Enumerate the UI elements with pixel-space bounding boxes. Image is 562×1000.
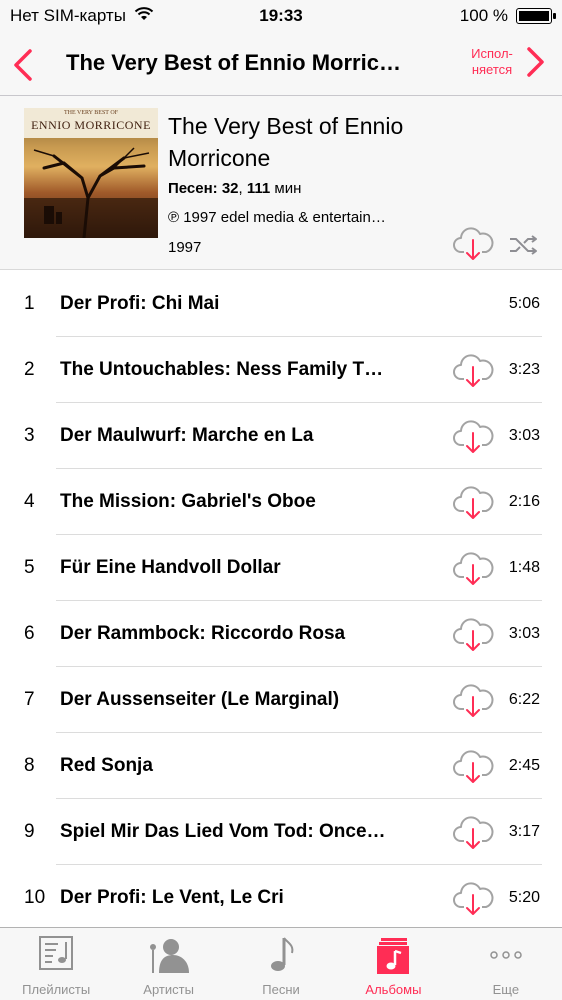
tab-artists[interactable]: Артисты bbox=[112, 928, 224, 1000]
tab-label: Плейлисты bbox=[22, 982, 91, 997]
status-bar: Нет SIM-карты 19:33 100 % bbox=[0, 0, 562, 34]
cloud-download-icon[interactable] bbox=[452, 683, 494, 724]
track-title: Der Aussenseiter (Le Marginal) bbox=[60, 689, 340, 710]
cloud-download-icon[interactable] bbox=[452, 617, 494, 658]
track-number: 5 bbox=[24, 557, 35, 578]
chevron-left-icon bbox=[14, 49, 32, 81]
battery-icon bbox=[516, 8, 556, 24]
artist-icon bbox=[149, 939, 189, 973]
track-title: Der Profi: Le Vent, Le Cri bbox=[60, 887, 284, 908]
cloud-download-icon[interactable] bbox=[452, 485, 494, 526]
track-row[interactable]: 10 Der Profi: Le Vent, Le Cri 5:20 bbox=[0, 865, 562, 931]
tab-bar: Плейлисты Артисты Песни Альбомы Еще bbox=[0, 927, 562, 1000]
track-number: 2 bbox=[24, 359, 35, 380]
track-number: 1 bbox=[24, 293, 35, 314]
track-row[interactable]: 4 The Mission: Gabriel's Oboe 2:16 bbox=[0, 469, 562, 535]
tab-albums[interactable]: Альбомы bbox=[337, 928, 449, 1000]
more-icon bbox=[490, 951, 522, 959]
cloud-download-icon[interactable] bbox=[452, 419, 494, 460]
cloud-download-icon[interactable] bbox=[452, 551, 494, 592]
track-row[interactable]: 5 Für Eine Handvoll Dollar 1:48 bbox=[0, 535, 562, 601]
tab-label: Альбомы bbox=[365, 982, 422, 997]
download-album-button[interactable] bbox=[452, 226, 494, 267]
nav-title: The Very Best of Ennio Morric… bbox=[66, 50, 401, 75]
track-row[interactable]: 8 Red Sonja 2:45 bbox=[0, 733, 562, 799]
track-number: 9 bbox=[24, 821, 35, 842]
cover-name: ENNIO MORRICONE bbox=[31, 118, 151, 132]
cloud-download-icon[interactable] bbox=[452, 353, 494, 394]
playlist-icon bbox=[39, 936, 74, 970]
tab-songs[interactable]: Песни bbox=[225, 928, 337, 1000]
tab-more[interactable]: Еще bbox=[450, 928, 562, 1000]
shuffle-icon bbox=[510, 235, 537, 255]
track-row[interactable]: 1 Der Profi: Chi Mai 5:06 bbox=[0, 271, 562, 337]
track-duration: 1:48 bbox=[508, 559, 540, 576]
album-icon bbox=[377, 938, 410, 974]
track-number: 7 bbox=[24, 689, 35, 710]
music-note-icon bbox=[271, 937, 294, 971]
track-number: 4 bbox=[24, 491, 35, 512]
back-button[interactable] bbox=[8, 46, 40, 84]
track-duration: 5:20 bbox=[508, 889, 540, 906]
track-duration: 6:22 bbox=[508, 691, 540, 708]
track-title: The Mission: Gabriel's Oboe bbox=[60, 491, 316, 512]
track-duration: 3:03 bbox=[508, 625, 540, 642]
album-cover[interactable]: THE VERY BEST OF ENNIO MORRICONE bbox=[24, 108, 158, 238]
track-number: 3 bbox=[24, 425, 35, 446]
cloud-download-icon bbox=[453, 227, 494, 260]
track-duration: 5:06 bbox=[508, 295, 540, 312]
album-copyright: ℗ 1997 edel media & entertain… bbox=[168, 209, 386, 226]
chevron-right-icon bbox=[527, 47, 544, 77]
track-title: Der Profi: Chi Mai bbox=[60, 293, 220, 314]
now-playing-label: Испол- няется bbox=[471, 46, 513, 77]
track-number: 10 bbox=[24, 887, 46, 908]
cloud-download-icon[interactable] bbox=[452, 749, 494, 790]
tab-label: Еще bbox=[492, 982, 520, 997]
album-year: 1997 bbox=[168, 239, 202, 256]
track-duration: 3:03 bbox=[508, 427, 540, 444]
track-title: Der Rammbock: Riccordo Rosa bbox=[60, 623, 346, 644]
battery-percent: 100 % bbox=[459, 6, 508, 25]
tab-playlists[interactable]: Плейлисты bbox=[0, 928, 112, 1000]
track-title: Der Maulwurf: Marche en La bbox=[60, 425, 314, 446]
track-row[interactable]: 7 Der Aussenseiter (Le Marginal) 6:22 bbox=[0, 667, 562, 733]
track-duration: 3:23 bbox=[508, 361, 540, 378]
track-row[interactable]: 9 Spiel Mir Das Lied Vom Tod: Once… 3:17 bbox=[0, 799, 562, 865]
album-title: The Very Best of Ennio Morricone bbox=[168, 113, 404, 171]
track-title: Spiel Mir Das Lied Vom Tod: Once… bbox=[60, 821, 386, 842]
track-duration: 2:16 bbox=[508, 493, 540, 510]
album-header: THE VERY BEST OF ENNIO MORRICONE The Ver… bbox=[0, 96, 562, 270]
status-right: 100 % bbox=[459, 6, 556, 26]
track-row[interactable]: 6 Der Rammbock: Riccordo Rosa 3:03 bbox=[0, 601, 562, 667]
tab-label: Артисты bbox=[143, 982, 194, 997]
track-title: Red Sonja bbox=[60, 755, 153, 776]
track-number: 6 bbox=[24, 623, 35, 644]
album-meta: Песен: 32, 111 мин bbox=[168, 180, 302, 197]
cloud-download-icon[interactable] bbox=[452, 815, 494, 856]
shuffle-button[interactable] bbox=[508, 234, 538, 261]
track-title: Für Eine Handvoll Dollar bbox=[60, 557, 281, 578]
track-duration: 3:17 bbox=[508, 823, 540, 840]
tree-artwork bbox=[24, 147, 158, 238]
track-duration: 2:45 bbox=[508, 757, 540, 774]
nav-bar: The Very Best of Ennio Morric… Испол- ня… bbox=[0, 34, 562, 96]
track-row[interactable]: 2 The Untouchables: Ness Family T… 3:23 bbox=[0, 337, 562, 403]
cover-subtitle: THE VERY BEST OF bbox=[63, 110, 119, 116]
track-list: 1 Der Profi: Chi Mai 5:06 2 The Untoucha… bbox=[0, 271, 562, 931]
track-number: 8 bbox=[24, 755, 35, 776]
now-playing-button[interactable]: Испол- няется bbox=[464, 44, 546, 80]
track-row[interactable]: 3 Der Maulwurf: Marche en La 3:03 bbox=[0, 403, 562, 469]
cloud-download-icon[interactable] bbox=[452, 881, 494, 922]
tab-label: Песни bbox=[262, 982, 300, 997]
track-title: The Untouchables: Ness Family T… bbox=[60, 359, 384, 380]
